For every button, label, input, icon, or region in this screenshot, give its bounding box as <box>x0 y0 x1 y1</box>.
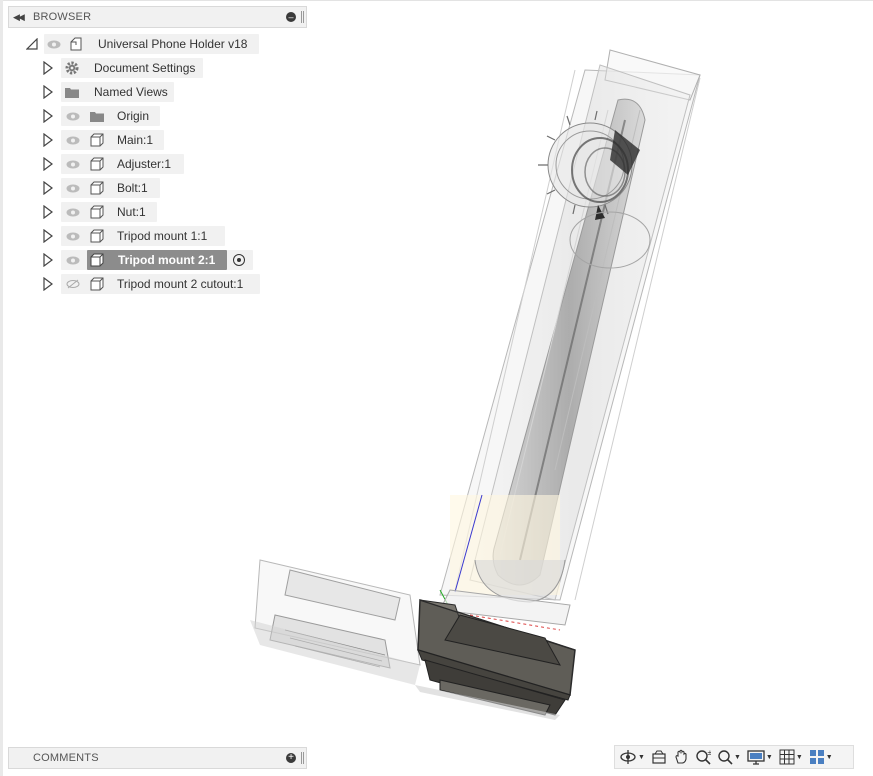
chevron-down-icon: ▼ <box>795 753 803 761</box>
chevron-down-icon: ▼ <box>825 753 833 761</box>
eye-icon[interactable] <box>65 134 81 146</box>
tree-item-label: Nut:1 <box>117 205 146 219</box>
component-icon <box>89 276 105 292</box>
eye-icon[interactable] <box>65 158 81 170</box>
zoom-tool[interactable]: ± <box>695 749 711 765</box>
collapse-panel-icon[interactable]: ◀◀ <box>13 12 27 23</box>
tree-item-label: Main:1 <box>117 133 154 147</box>
component-assembly-icon <box>68 36 84 52</box>
svg-text:±: ± <box>707 749 711 757</box>
grid-icon <box>779 749 795 765</box>
viewports-icon <box>809 750 824 764</box>
expand-triangle-icon[interactable] <box>42 157 54 171</box>
expand-triangle-icon[interactable] <box>42 229 54 243</box>
component-icon <box>89 204 105 220</box>
minimize-icon[interactable]: – <box>286 12 296 22</box>
browser-title: BROWSER <box>33 11 92 23</box>
component-icon <box>89 156 105 172</box>
comments-title: COMMENTS <box>33 752 99 764</box>
tree-item-label: Named Views <box>94 85 168 99</box>
orbit-tool[interactable]: ▼ <box>619 749 645 765</box>
active-component-radio-icon[interactable] <box>233 254 245 266</box>
expand-triangle-icon[interactable] <box>42 181 54 195</box>
tree-item-origin[interactable]: Origin <box>0 105 300 127</box>
eye-icon[interactable] <box>46 38 62 50</box>
grid-tool[interactable]: ▼ <box>779 749 803 765</box>
eye-icon[interactable] <box>65 230 81 242</box>
panel-grip-icon[interactable] <box>301 752 304 764</box>
pan-tool[interactable] <box>673 749 689 765</box>
expand-triangle-icon[interactable] <box>42 205 54 219</box>
expand-triangle-icon[interactable] <box>42 253 54 267</box>
panel-grip-icon[interactable] <box>301 11 304 23</box>
expand-triangle-icon[interactable] <box>42 133 54 147</box>
tree-item-pill: Nut:1 <box>61 202 157 222</box>
tree-item-named-views[interactable]: Named Views <box>0 81 300 103</box>
expanded-triangle-icon[interactable] <box>26 38 38 50</box>
add-comment-icon[interactable]: + <box>286 753 296 763</box>
tree-item-pill: Bolt:1 <box>61 178 160 198</box>
tree-item-bolt[interactable]: Bolt:1 <box>0 177 300 199</box>
tree-item-pill: Named Views <box>61 82 174 102</box>
component-icon <box>89 180 105 196</box>
tree-item-tripod-mount-2-cutout[interactable]: Tripod mount 2 cutout:1 <box>0 273 300 295</box>
zoom-icon: ± <box>696 749 711 765</box>
tree-item-main[interactable]: Main:1 <box>0 129 300 151</box>
tree-item-label: Bolt:1 <box>117 181 148 195</box>
tree-item-pill: Main:1 <box>61 130 164 150</box>
chevron-down-icon: ▼ <box>765 753 773 761</box>
tree-item-adjuster[interactable]: Adjuster:1 <box>0 153 300 175</box>
tree-item-label: Adjuster:1 <box>117 157 172 171</box>
browser-header[interactable]: ◀◀ BROWSER – <box>8 6 307 28</box>
eye-icon[interactable] <box>65 254 81 266</box>
tree-item-label: Tripod mount 2:1 <box>118 253 216 267</box>
tree-item-pill-selected: Tripod mount 2:1 <box>87 250 227 270</box>
viewports-tool[interactable]: ▼ <box>809 749 833 765</box>
tree-item-pill: Tripod mount 1:1 <box>61 226 225 246</box>
tree-item-label: Tripod mount 2 cutout:1 <box>117 277 244 291</box>
chevron-down-icon: ▼ <box>638 753 645 761</box>
display-settings-tool[interactable]: ▼ <box>747 749 773 765</box>
display-settings-icon <box>747 750 765 765</box>
component-icon <box>89 132 105 148</box>
tree-item-pill: Origin <box>61 106 160 126</box>
root-label: Universal Phone Holder v18 <box>98 37 248 51</box>
fit-tool[interactable]: ▼ <box>717 749 741 765</box>
navigation-toolbar: ▼ ± ▼ ▼ ▼ ▼ <box>614 745 854 769</box>
pan-icon <box>675 749 687 764</box>
eye-hidden-icon[interactable] <box>65 278 81 290</box>
tree-item-tripod-mount-1[interactable]: Tripod mount 1:1 <box>0 225 300 247</box>
expand-triangle-icon[interactable] <box>42 85 54 99</box>
component-icon <box>89 252 105 268</box>
tree-root-pill[interactable]: Universal Phone Holder v18 <box>44 34 259 54</box>
expand-triangle-icon[interactable] <box>42 277 54 291</box>
tree-item-pill: Tripod mount 2 cutout:1 <box>61 274 260 294</box>
tripod-mount-1 <box>250 559 421 685</box>
tree-item-pill: Document Settings <box>61 58 203 78</box>
eye-icon[interactable] <box>65 182 81 194</box>
tree-item-label: Origin <box>117 109 150 123</box>
tree-item-label: Document Settings <box>94 61 196 75</box>
folder-icon <box>64 84 80 100</box>
expand-triangle-icon[interactable] <box>42 61 54 75</box>
look-at-tool[interactable] <box>651 749 667 765</box>
component-icon <box>89 228 105 244</box>
folder-icon <box>89 108 105 124</box>
tree-item-nut[interactable]: Nut:1 <box>0 201 300 223</box>
tree-item-label: Tripod mount 1:1 <box>117 229 208 243</box>
tree-item-tripod-mount-2[interactable]: Tripod mount 2:1 <box>0 249 300 271</box>
fit-icon <box>718 750 733 765</box>
expand-triangle-icon[interactable] <box>42 109 54 123</box>
comments-bar[interactable]: COMMENTS + <box>8 747 307 769</box>
look-at-icon <box>652 750 666 764</box>
eye-icon[interactable] <box>65 110 81 122</box>
gear-icon <box>64 60 80 76</box>
tree-item-pill: Adjuster:1 <box>61 154 184 174</box>
chevron-down-icon: ▼ <box>733 753 741 761</box>
orbit-icon <box>620 750 636 764</box>
tree-item-document-settings[interactable]: Document Settings <box>0 57 300 79</box>
eye-icon[interactable] <box>65 206 81 218</box>
